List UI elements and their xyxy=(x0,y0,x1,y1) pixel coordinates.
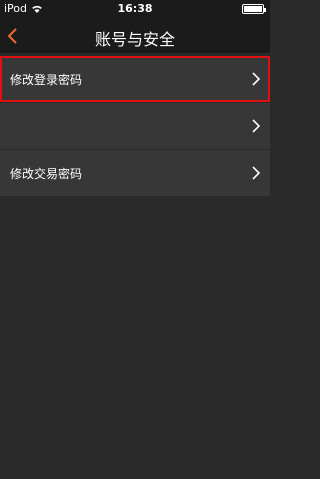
menu-item-label: 修改登录密码 xyxy=(10,72,83,87)
page-title: 账号与安全 xyxy=(94,30,175,49)
settings-list: 修改登录密码 修改交易密码 xyxy=(0,56,270,196)
change-login-password-item[interactable]: 修改登录密码 xyxy=(0,56,270,102)
chevron-right-icon xyxy=(252,166,260,180)
status-time: 16:38 xyxy=(117,2,153,15)
change-trade-password-item[interactable]: 修改交易密码 xyxy=(0,150,270,196)
chevron-right-icon xyxy=(252,72,260,86)
menu-item-label: 修改交易密码 xyxy=(10,166,83,181)
status-right xyxy=(242,4,266,14)
status-bar: iPod 16:38 xyxy=(0,0,270,18)
nav-bar: 账号与安全 xyxy=(0,18,270,53)
battery-icon xyxy=(242,4,266,14)
blank-menu-item[interactable] xyxy=(0,103,270,149)
chevron-right-icon xyxy=(252,119,260,133)
